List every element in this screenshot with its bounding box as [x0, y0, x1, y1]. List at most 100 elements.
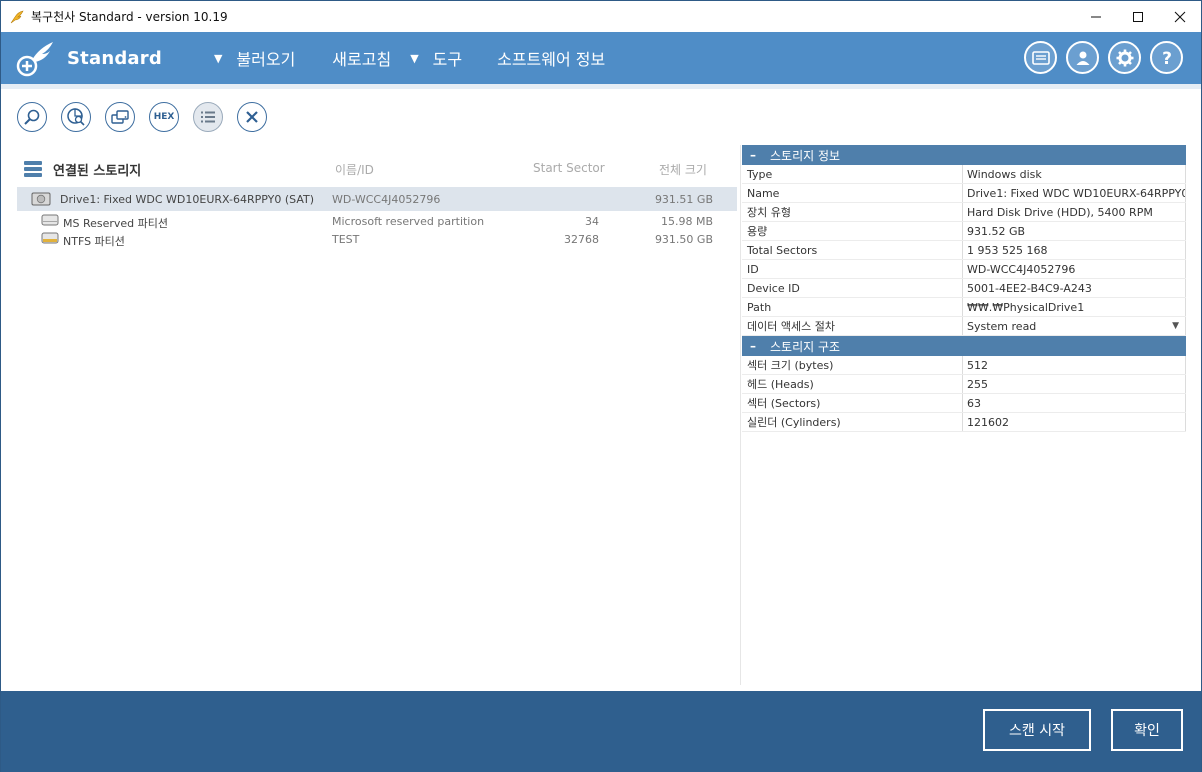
property-row: 용량 931.52 GB — [742, 222, 1186, 241]
close-window-icon — [1174, 11, 1186, 22]
ntfs-partition-icon — [41, 232, 59, 244]
storage-structure-section-header[interactable]: – 스토리지 구조 — [742, 336, 1186, 356]
brand-label: Standard — [67, 47, 162, 69]
close-icon — [246, 111, 258, 123]
menubar-divider — [1, 84, 1201, 89]
property-row: 실린더 (Cylinders) 121602 — [742, 413, 1186, 432]
property-key: Total Sectors — [742, 241, 963, 259]
storage-info-title: 스토리지 정보 — [770, 148, 841, 163]
storage-list-header: 연결된 스토리지 이름/ID Start Sector 전체 크기 — [23, 158, 723, 179]
close-disk-button[interactable] — [237, 102, 267, 132]
svg-text:?: ? — [1162, 49, 1172, 67]
copy-disk-icon — [111, 110, 129, 124]
help-button[interactable]: ? — [1150, 41, 1183, 74]
menu-about[interactable]: 소프트웨어 정보 — [497, 46, 605, 70]
property-key: Device ID — [742, 279, 963, 297]
search-disk-icon — [24, 109, 40, 125]
data-access-row: 데이터 액세스 절차 System read ▼ — [742, 317, 1186, 336]
property-key: Path — [742, 298, 963, 316]
partition-search-button[interactable] — [61, 102, 91, 132]
property-value: 1 953 525 168 — [963, 241, 1186, 259]
property-row: Total Sectors 1 953 525 168 — [742, 241, 1186, 260]
caret-down-icon: ▼ — [410, 51, 419, 65]
menu-bar: Standard ▼ 불러오기 새로고침 ▼ 도구 소프트웨어 정보 ? — [1, 32, 1201, 84]
property-value: ₩₩.₩PhysicalDrive1 — [963, 298, 1186, 316]
close-window-button[interactable] — [1159, 1, 1201, 32]
storage-row-drive1[interactable]: Drive1: Fixed WDC WD10EURX-64RPPY0 (SAT)… — [17, 187, 737, 211]
maximize-icon — [1133, 11, 1143, 22]
property-key: 장치 유형 — [742, 203, 963, 221]
settings-button[interactable] — [1108, 41, 1141, 74]
storage-row-ntfs[interactable]: NTFS 파티션 TEST 32768 931.50 GB — [17, 227, 737, 251]
menu-load[interactable]: ▼ 불러오기 — [214, 46, 295, 70]
hex-viewer-button[interactable]: HEX — [149, 102, 179, 132]
property-value: Hard Disk Drive (HDD), 5400 RPM — [963, 203, 1186, 221]
pie-search-icon — [67, 108, 85, 126]
menu-load-label: 불러오기 — [236, 50, 296, 69]
data-access-value: System read — [967, 320, 1037, 333]
user-icon — [1076, 51, 1089, 65]
search-disk-button[interactable] — [17, 102, 47, 132]
menu-refresh[interactable]: 새로고침 — [332, 46, 391, 70]
property-key: 실린더 (Cylinders) — [742, 413, 963, 431]
property-value: 5001-4EE2-B4C9-A243 — [963, 279, 1186, 297]
property-row: ID WD-WCC4J4052796 — [742, 260, 1186, 279]
connected-storage-title: 연결된 스토리지 — [53, 164, 142, 179]
column-name-id[interactable]: 이름/ID — [335, 161, 374, 178]
drive-size: 931.51 GB — [654, 193, 713, 206]
maximize-button[interactable] — [1117, 1, 1159, 32]
list-icon — [201, 111, 215, 123]
drive-id: WD-WCC4J4052796 — [332, 193, 441, 206]
storage-stack-icon — [24, 161, 42, 177]
registration-button[interactable] — [1024, 41, 1057, 74]
hard-drive-icon — [31, 192, 51, 206]
toolbar: HEX — [17, 102, 267, 132]
caret-down-icon: ▼ — [213, 51, 223, 65]
property-row: Type Windows disk — [742, 165, 1186, 184]
file-list-button[interactable] — [193, 102, 223, 132]
property-row: Device ID 5001-4EE2-B4C9-A243 — [742, 279, 1186, 298]
property-key: 용량 — [742, 222, 963, 240]
help-icon: ? — [1162, 49, 1172, 67]
properties-panel: – 스토리지 정보 Type Windows disk Name Drive1: F… — [742, 145, 1186, 432]
property-value: 255 — [963, 375, 1186, 393]
drive-name: Drive1: Fixed WDC WD10EURX-64RPPY0 (SAT) — [60, 193, 315, 206]
storage-info-section-header[interactable]: – 스토리지 정보 — [742, 145, 1186, 165]
data-access-key: 데이터 액세스 절차 — [742, 317, 963, 335]
data-access-select[interactable]: System read ▼ — [963, 317, 1186, 335]
property-value: WD-WCC4J4052796 — [963, 260, 1186, 278]
disk-image-button[interactable] — [105, 102, 135, 132]
property-value: 121602 — [963, 413, 1186, 431]
property-key: 섹터 크기 (bytes) — [742, 356, 963, 374]
partition-start-sector: 32768 — [564, 233, 599, 246]
property-key: Type — [742, 165, 963, 183]
property-value: 931.52 GB — [963, 222, 1186, 240]
minimize-button[interactable] — [1075, 1, 1117, 32]
property-row: 장치 유형 Hard Disk Drive (HDD), 5400 RPM — [742, 203, 1186, 222]
property-row: Path ₩₩.₩PhysicalDrive1 — [742, 298, 1186, 317]
card-icon — [1031, 50, 1050, 65]
pane-divider[interactable] — [740, 145, 741, 685]
start-scan-button[interactable]: 스캔 시작 — [983, 709, 1091, 751]
property-key: 섹터 (Sectors) — [742, 394, 963, 412]
app-logo-icon — [16, 42, 53, 77]
property-value: Drive1: Fixed WDC WD10EURX-64RPPY0 (S — [963, 184, 1186, 202]
gear-icon — [1116, 49, 1133, 66]
minimize-icon — [1091, 16, 1101, 17]
property-row: 섹터 크기 (bytes) 512 — [742, 356, 1186, 375]
property-row: Name Drive1: Fixed WDC WD10EURX-64RPPY0 (… — [742, 184, 1186, 203]
dropdown-arrow-icon: ▼ — [1172, 321, 1179, 331]
column-start-sector[interactable]: Start Sector — [533, 161, 605, 175]
account-button[interactable] — [1066, 41, 1099, 74]
menu-refresh-label: 새로고침 — [332, 50, 392, 69]
property-value: 512 — [963, 356, 1186, 374]
property-value: Windows disk — [963, 165, 1186, 183]
menu-tools[interactable]: ▼ 도구 — [410, 46, 462, 70]
property-row: 섹터 (Sectors) 63 — [742, 394, 1186, 413]
column-total-size[interactable]: 전체 크기 — [659, 161, 707, 178]
menu-tools-label: 도구 — [432, 50, 463, 69]
partition-icon — [41, 214, 59, 226]
ok-button[interactable]: 확인 — [1111, 709, 1183, 751]
partition-id: TEST — [332, 233, 360, 246]
menu-about-label: 소프트웨어 정보 — [497, 50, 606, 69]
